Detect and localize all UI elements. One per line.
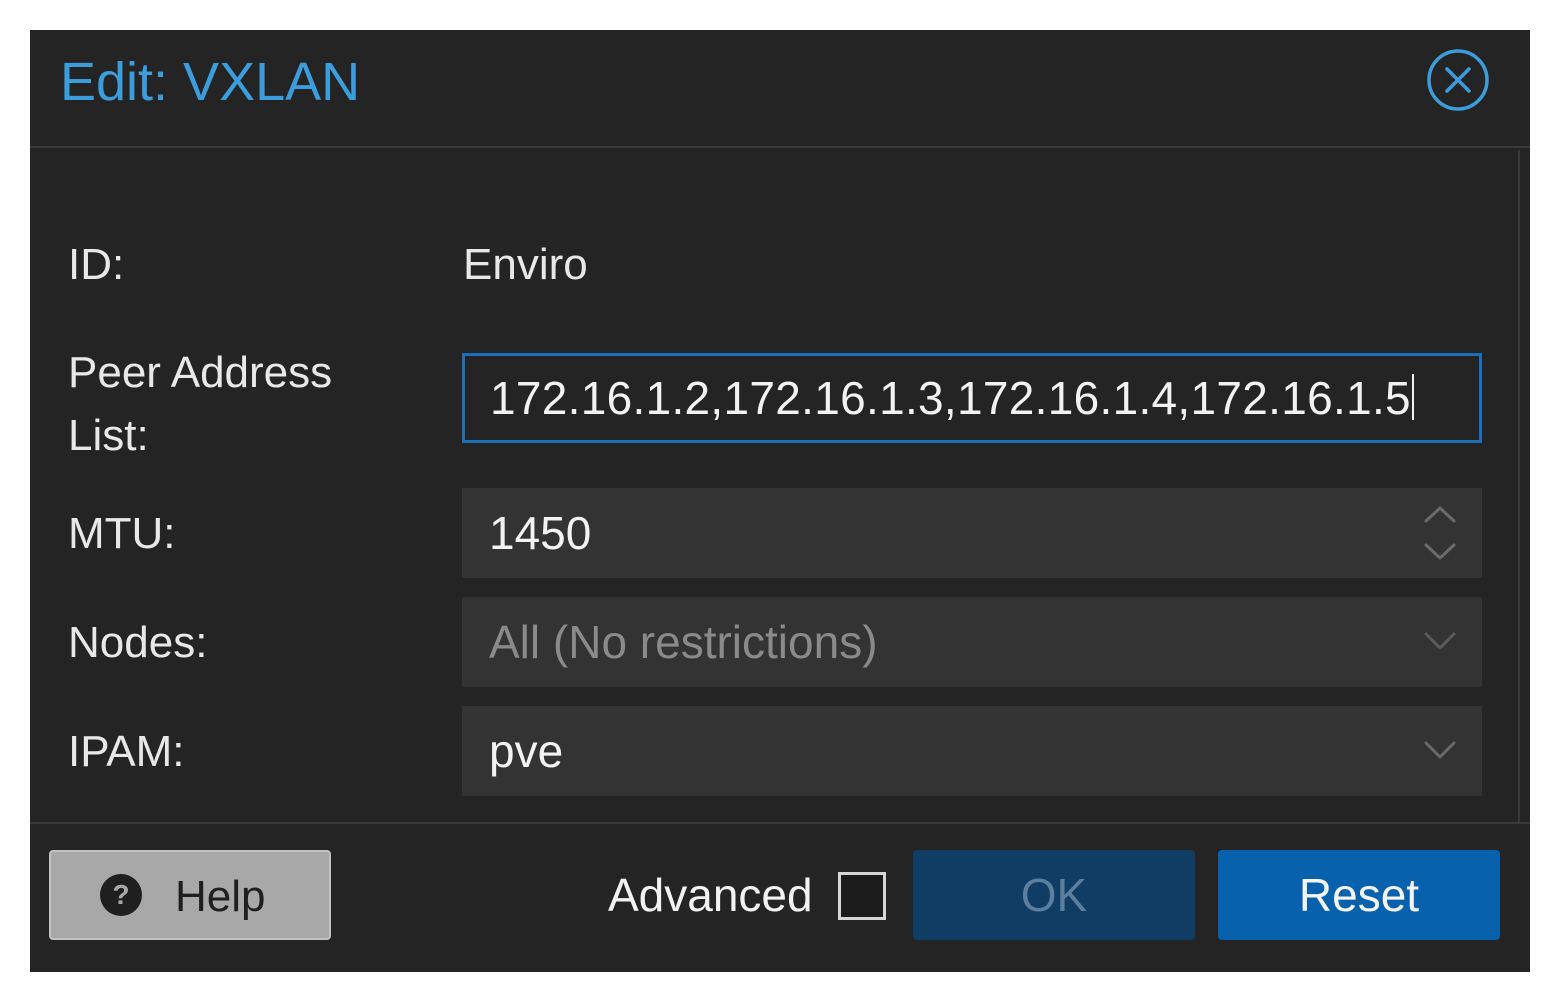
peer-address-list-input[interactable]: 172.16.1.2,172.16.1.3,172.16.1.4,172.16.… xyxy=(462,353,1482,443)
help-label: Help xyxy=(175,872,266,921)
nodes-select[interactable]: All (No restrictions) xyxy=(462,597,1482,687)
peer-address-list-value: 172.16.1.2,172.16.1.3,172.16.1.4,172.16.… xyxy=(490,372,1411,424)
ipam-value: pve xyxy=(489,725,564,777)
close-icon[interactable] xyxy=(1426,48,1490,112)
mtu-label: MTU: xyxy=(68,509,176,558)
edit-vxlan-dialog: Edit: VXLAN ID: Enviro Peer Address List… xyxy=(30,30,1530,972)
reset-button[interactable]: Reset xyxy=(1218,850,1500,940)
id-label: ID: xyxy=(68,240,125,289)
ipam-chevron-down-icon[interactable] xyxy=(1420,706,1460,796)
help-button[interactable]: ? Help xyxy=(49,850,331,940)
svg-text:?: ? xyxy=(112,879,129,910)
nodes-value: All (No restrictions) xyxy=(489,616,878,668)
nodes-label: Nodes: xyxy=(68,618,208,667)
nodes-chevron-down-icon[interactable] xyxy=(1420,597,1460,687)
mtu-input[interactable]: 1450 xyxy=(462,488,1482,578)
ok-button[interactable]: OK xyxy=(913,850,1195,940)
advanced-checkbox[interactable] xyxy=(838,872,886,920)
mtu-value: 1450 xyxy=(489,507,592,559)
peer-address-list-label-line2: List: xyxy=(68,411,149,460)
text-caret xyxy=(1411,374,1414,420)
id-value: Enviro xyxy=(463,240,588,289)
question-circle-icon: ? xyxy=(99,873,143,917)
spinner-arrows-icon[interactable] xyxy=(1420,488,1460,578)
advanced-label: Advanced xyxy=(608,869,813,921)
peer-address-list-label-line1: Peer Address xyxy=(68,348,333,397)
ipam-select[interactable]: pve xyxy=(462,706,1482,796)
ipam-label: IPAM: xyxy=(68,727,185,776)
dialog-header: Edit: VXLAN xyxy=(30,30,1530,148)
dialog-body: ID: Enviro Peer Address List: 172.16.1.2… xyxy=(30,150,1520,822)
peer-address-list-label: Peer Address List: xyxy=(68,348,332,461)
dialog-title: Edit: VXLAN xyxy=(60,52,361,112)
dialog-footer: ? Help Advanced OK Reset xyxy=(30,822,1530,972)
